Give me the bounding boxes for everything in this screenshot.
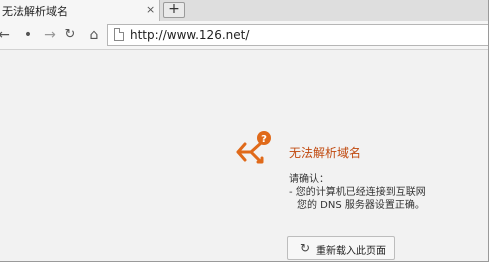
- tab-title: 无法解析域名: [2, 5, 68, 18]
- browser-window: 无法解析域名 × + ← • → ↻ ⌂ http://www.126.net/…: [0, 0, 489, 262]
- address-bar[interactable]: http://www.126.net/: [107, 24, 489, 46]
- tab-close-icon[interactable]: ×: [146, 3, 155, 17]
- svg-text:?: ?: [261, 134, 267, 145]
- reload-icon: ↻: [300, 241, 311, 255]
- forward-icon[interactable]: →: [42, 27, 58, 43]
- hint-line-1: - 您的计算机已经连接到互联网: [289, 187, 426, 198]
- error-title: 无法解析域名: [289, 146, 362, 160]
- tab-strip: 无法解析域名 × +: [0, 0, 489, 21]
- hint-line-2: 您的 DNS 服务器设置正确。: [297, 200, 425, 211]
- back-icon[interactable]: ←: [0, 27, 12, 43]
- reload-page-label: 重新载入此页面: [316, 246, 386, 257]
- toolbar: ← • → ↻ ⌂ http://www.126.net/: [0, 21, 489, 50]
- forward-dot-icon: •: [23, 27, 33, 43]
- hint-title: 请确认：: [289, 174, 329, 185]
- reload-icon[interactable]: ↻: [62, 27, 78, 43]
- error-page: ? 无法解析域名 请确认： - 您的计算机已经连接到互联网 您的 DNS 服务器…: [0, 50, 489, 262]
- home-icon[interactable]: ⌂: [86, 27, 102, 43]
- url-text[interactable]: http://www.126.net/: [130, 28, 249, 42]
- network-error-icon: ?: [236, 131, 271, 164]
- tab-active[interactable]: 无法解析域名 ×: [0, 0, 160, 21]
- error-hint: 请确认： - 您的计算机已经连接到互联网 您的 DNS 服务器设置正确。: [289, 173, 426, 212]
- page-icon: [114, 28, 124, 41]
- reload-page-button[interactable]: ↻ 重新载入此页面: [287, 236, 395, 260]
- new-tab-button[interactable]: +: [163, 2, 185, 18]
